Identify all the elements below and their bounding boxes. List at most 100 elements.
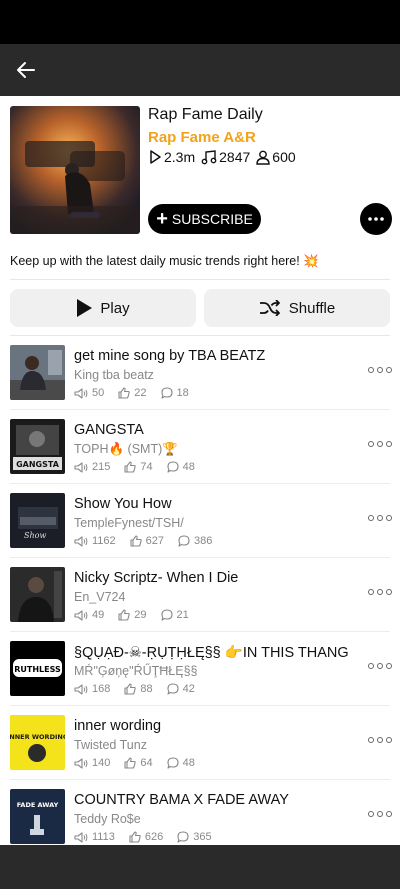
playback-actions: Play Shuffle (10, 289, 390, 327)
shuffle-icon (259, 300, 280, 316)
song-meta: 1113 626 365 (74, 831, 226, 843)
song-artist[interactable]: Twisted Tunz (74, 738, 147, 752)
song-likes: 88 (140, 683, 153, 695)
song-meta: 1162 627 386 (74, 535, 226, 547)
plays-stat: 2.3m (148, 149, 195, 165)
song-meta: 215 74 48 (74, 461, 209, 473)
song-list: get mine song by TBA BEATZ King tba beat… (0, 336, 400, 845)
play-icon (150, 150, 161, 164)
speaker-icon (74, 461, 88, 473)
song-comments: 42 (182, 683, 195, 695)
speaker-icon (74, 831, 88, 843)
song-more-button[interactable] (368, 804, 392, 824)
playlist-title: Rap Fame Daily (148, 106, 263, 123)
song-comments: 48 (182, 461, 195, 473)
comment-icon (167, 683, 179, 695)
song-title: §QỤẠĐ-☠-ṚỤṬḤŁĘ§§ 👉IN THIS THANG (74, 645, 349, 661)
song-more-button[interactable] (368, 582, 392, 602)
song-comments: 365 (193, 831, 212, 843)
song-title: get mine song by TBA BEATZ (74, 348, 266, 364)
thumbs-up-icon (124, 461, 137, 473)
status-bar (0, 0, 400, 44)
followers-stat: 600 (256, 149, 296, 165)
song-row[interactable]: RUTHLESS §QỤẠĐ-☠-ṚỤṬḤŁĘ§§ 👉IN THIS THANG… (0, 632, 400, 706)
comment-icon (167, 757, 179, 769)
plays-count: 2.3m (164, 149, 196, 165)
song-meta: 49 29 21 (74, 609, 203, 621)
song-comments: 18 (176, 387, 189, 399)
song-artist[interactable]: TempleFynest/TSH/ (74, 516, 184, 530)
more-options-button[interactable] (360, 203, 392, 235)
song-title: GANGSTA (74, 422, 144, 438)
subscribe-button[interactable]: + SUBSCRIBE (148, 204, 261, 234)
song-thumbnail: GANGSTA (10, 419, 65, 474)
thumbs-up-icon (130, 535, 142, 547)
song-more-button[interactable] (368, 508, 392, 528)
song-more-button[interactable] (368, 360, 392, 380)
song-row[interactable]: Show Show You How TempleFynest/TSH/ 1162… (0, 484, 400, 558)
followers-count: 600 (272, 149, 296, 165)
plus-icon: + (156, 208, 168, 230)
playlist-owner[interactable]: Rap Fame A&R (148, 129, 256, 146)
song-thumbnail (10, 567, 65, 622)
playlist-stats: 2.3m 2847 600 (148, 149, 302, 165)
song-row[interactable]: Nicky Scriptz- When I Die En_V724 49 29 … (0, 558, 400, 632)
thumb-text: FADE AWAY (17, 801, 59, 809)
song-likes: 74 (140, 461, 153, 473)
song-row[interactable]: FADE AWAY COUNTRY BAMA X FADE AWAY Teddy… (0, 780, 400, 845)
song-plays: 140 (92, 757, 111, 769)
playlist-cover (10, 106, 140, 234)
back-button[interactable] (0, 44, 52, 96)
divider (10, 279, 390, 280)
comment-icon (177, 831, 189, 843)
song-thumbnail (10, 345, 65, 400)
song-comments: 48 (182, 757, 195, 769)
song-plays: 168 (92, 683, 111, 695)
thumbs-up-icon (118, 609, 130, 621)
comment-icon (167, 461, 179, 473)
song-more-button[interactable] (368, 656, 392, 676)
thumb-text: GANGSTA (16, 460, 60, 469)
user-icon (256, 150, 270, 165)
song-plays: 49 (92, 609, 105, 621)
song-comments: 386 (194, 535, 213, 547)
comment-icon (160, 609, 173, 621)
playlist-description: Keep up with the latest daily music tren… (10, 254, 319, 268)
song-meta: 50 22 18 (74, 387, 203, 399)
song-title: Show You How (74, 496, 172, 512)
thumb-text: RUTHLESS (14, 665, 61, 674)
comment-icon (160, 387, 173, 399)
shuffle-button[interactable]: Shuffle (204, 289, 390, 327)
speaker-icon (74, 757, 88, 769)
play-icon (77, 299, 93, 317)
song-meta: 140 64 48 (74, 757, 209, 769)
song-artist[interactable]: MŔ"Ģøņę"ŔŰŢĦŁĘ§§ (74, 664, 198, 678)
music-note-icon (201, 149, 217, 164)
tracks-stat: 2847 (201, 149, 250, 165)
song-artist[interactable]: Teddy Ro$e (74, 812, 141, 826)
play-button[interactable]: Play (10, 289, 196, 327)
subscribe-label: SUBSCRIBE (171, 211, 253, 227)
song-more-button[interactable] (368, 730, 392, 750)
shuffle-label: Shuffle (288, 299, 336, 317)
speaker-icon (74, 683, 88, 695)
song-thumbnail: Show (10, 493, 65, 548)
song-artist[interactable]: TOPH🔥 (SMT)🏆 (74, 442, 178, 457)
thumbs-up-icon (129, 831, 141, 843)
song-artist[interactable]: King tba beatz (74, 368, 154, 382)
song-row[interactable]: INNER WORDING inner wording Twisted Tunz… (0, 706, 400, 780)
tracks-count: 2847 (219, 149, 251, 165)
song-title: COUNTRY BAMA X FADE AWAY (74, 792, 289, 808)
song-likes: 64 (140, 757, 153, 769)
thumbs-up-icon (118, 387, 130, 399)
play-label: Play (100, 299, 130, 317)
song-row[interactable]: get mine song by TBA BEATZ King tba beat… (0, 336, 400, 410)
song-plays: 215 (92, 461, 111, 473)
song-row[interactable]: GANGSTA GANGSTA TOPH🔥 (SMT)🏆 215 74 48 (0, 410, 400, 484)
song-plays: 1162 (92, 535, 116, 547)
song-artist[interactable]: En_V724 (74, 590, 125, 604)
song-thumbnail: INNER WORDING (10, 715, 65, 770)
playlist-content: Rap Fame Daily Rap Fame A&R 2.3m 2847 60… (0, 96, 400, 845)
app-bar (0, 44, 400, 96)
song-more-button[interactable] (368, 434, 392, 454)
